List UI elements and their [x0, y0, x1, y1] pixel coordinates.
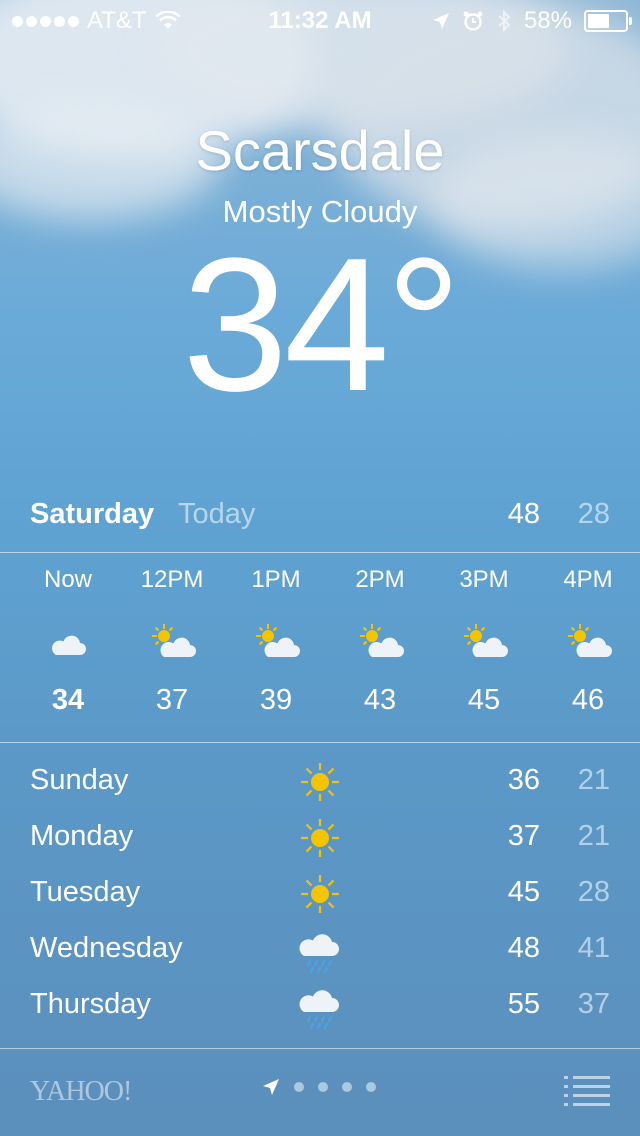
today-low: 28 [577, 498, 610, 530]
sun-icon [298, 760, 342, 808]
day-high: 36 [507, 764, 540, 796]
daily-row: Sunday 36 21 [30, 760, 610, 816]
day-high: 45 [507, 876, 540, 908]
hour-item: 12PM 37 [120, 566, 224, 717]
yahoo-logo-link[interactable]: YAHOO! [30, 1076, 132, 1108]
rain-cloud-icon [298, 984, 342, 1032]
hour-label: 4PM [563, 566, 613, 593]
battery-icon [584, 10, 632, 32]
daily-row: Thursday 55 37 [30, 984, 610, 1040]
hour-label: Now [43, 566, 92, 593]
hour-item: 4PM 46 [536, 566, 640, 717]
divider [0, 742, 640, 743]
daily-row: Wednesday 48 41 [30, 928, 610, 984]
divider [0, 1048, 640, 1049]
day-low: 21 [577, 764, 610, 796]
divider [0, 552, 640, 553]
partly-cloudy-icon [120, 622, 224, 662]
day-high: 37 [507, 820, 540, 852]
hour-label: 12PM [140, 566, 204, 593]
day-low: 28 [577, 876, 610, 908]
partly-cloudy-icon [536, 622, 640, 662]
daily-row: Tuesday 45 28 [30, 872, 610, 928]
status-bar: AT&T 11:32 AM 58% [0, 0, 640, 40]
page-dot [366, 1082, 376, 1092]
sun-icon [298, 816, 342, 864]
hour-item: Now 34 [16, 566, 120, 717]
day-name: Wednesday [30, 932, 183, 964]
rain-cloud-icon [298, 928, 342, 976]
day-high: 55 [507, 988, 540, 1020]
today-label: Today [178, 498, 256, 530]
page-indicator[interactable] [262, 1078, 376, 1096]
current-location-page-icon [263, 1079, 279, 1095]
today-high: 48 [507, 498, 540, 530]
day-high: 48 [507, 932, 540, 964]
hour-temp: 45 [467, 684, 501, 716]
hour-label: 2PM [355, 566, 405, 593]
hour-temp: 46 [571, 684, 605, 716]
day-name: Tuesday [30, 876, 141, 908]
sun-icon [298, 872, 342, 920]
city-name: Scarsdale [195, 119, 445, 182]
hour-item: 3PM 45 [432, 566, 536, 717]
daily-row: Monday 37 21 [30, 816, 610, 872]
hour-temp: 39 [259, 684, 293, 716]
alarm-clock-icon [463, 11, 483, 31]
hour-label: 1PM [251, 566, 301, 593]
hour-item: 2PM 43 [328, 566, 432, 717]
city-list-icon[interactable] [564, 1076, 610, 1106]
current-temperature: 34° [182, 219, 461, 431]
day-low: 37 [577, 988, 610, 1020]
location-arrow-icon [432, 13, 449, 29]
hour-temp: 43 [363, 684, 397, 716]
bluetooth-icon [498, 9, 511, 33]
partly-cloudy-icon [328, 622, 432, 662]
page-dot [342, 1082, 352, 1092]
partly-cloudy-icon [224, 622, 328, 662]
cloud-icon [16, 622, 120, 662]
day-low: 21 [577, 820, 610, 852]
day-name: Thursday [30, 988, 151, 1020]
hour-temp: 34 [51, 684, 85, 716]
today-day: Saturday [30, 498, 155, 530]
day-name: Sunday [30, 764, 129, 796]
page-dot [318, 1082, 328, 1092]
day-name: Monday [30, 820, 134, 852]
daily-forecast: Sunday 36 21 Monday 37 21 Tuesday 45 28 … [30, 760, 610, 1040]
day-low: 41 [577, 932, 610, 964]
page-dot [294, 1082, 304, 1092]
hour-label: 3PM [459, 566, 509, 593]
hour-temp: 37 [155, 684, 189, 716]
today-summary-row: Saturday Today 48 28 [30, 498, 610, 538]
hour-item: 1PM 39 [224, 566, 328, 717]
battery-percent: 58% [523, 7, 572, 34]
hourly-forecast[interactable]: Now 34 12PM 37 1PM 39 2PM 43 3PM 45 4PM … [0, 566, 640, 726]
bottom-toolbar: YAHOO! [0, 1050, 640, 1136]
partly-cloudy-icon [432, 622, 536, 662]
